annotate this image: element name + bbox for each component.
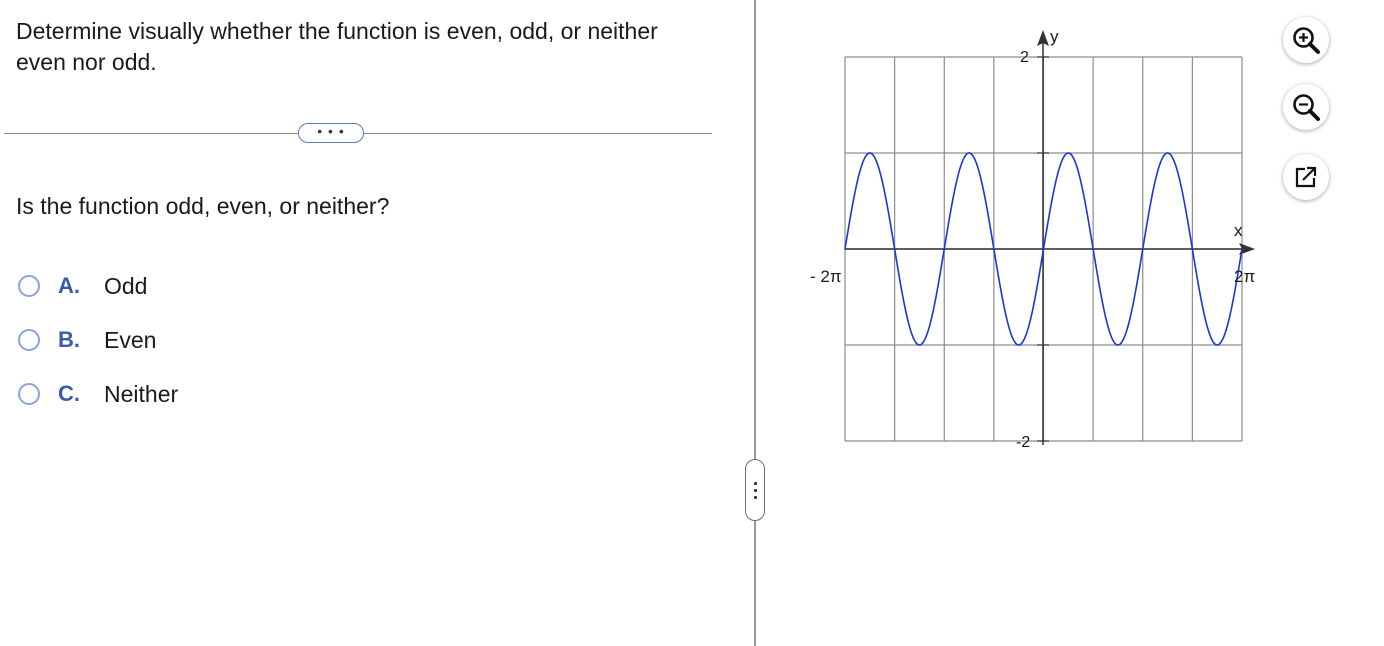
- radio-button[interactable]: [18, 383, 40, 405]
- zoom-out-button[interactable]: [1283, 84, 1329, 130]
- panel-splitter[interactable]: [754, 0, 756, 646]
- handle-dot: [753, 488, 757, 492]
- radio-button[interactable]: [18, 275, 40, 297]
- choice-label: Odd: [104, 272, 148, 299]
- more-button[interactable]: • • •: [298, 123, 364, 143]
- question-panel: Determine visually whether the function …: [0, 0, 714, 646]
- sub-question: Is the function odd, even, or neither?: [16, 193, 390, 219]
- zoom-in-icon: [1293, 27, 1320, 54]
- choice-label: Even: [104, 326, 157, 353]
- choice-c[interactable]: C. Neither: [18, 376, 318, 412]
- choice-b[interactable]: B. Even: [18, 322, 318, 358]
- y-axis-label: y: [1050, 27, 1059, 46]
- splitter-handle[interactable]: [745, 459, 765, 521]
- choice-a[interactable]: A. Odd: [18, 268, 318, 304]
- choice-letter: B.: [58, 327, 80, 352]
- handle-dot: [753, 495, 757, 499]
- y-tick-label-top: 2: [1020, 49, 1029, 66]
- axes: [845, 30, 1255, 445]
- external-link-icon: [1295, 166, 1317, 188]
- section-divider: • • •: [4, 123, 712, 143]
- handle-dot: [753, 481, 757, 485]
- zoom-in-button[interactable]: [1283, 17, 1329, 63]
- function-graph: y x 2 -2 - 2π 2π: [810, 27, 1255, 451]
- popout-button[interactable]: [1283, 154, 1329, 200]
- choice-label: Neither: [104, 380, 179, 407]
- y-tick-label-bottom: -2: [1016, 434, 1030, 451]
- zoom-out-icon: [1293, 94, 1320, 121]
- choice-letter: A.: [58, 273, 80, 298]
- x-tick-label-left: - 2π: [810, 267, 842, 286]
- radio-button[interactable]: [18, 329, 40, 351]
- x-axis-label: x: [1234, 221, 1243, 240]
- x-tick-label-right: 2π: [1234, 267, 1255, 286]
- question-text: Determine visually whether the function …: [16, 18, 658, 75]
- choice-letter: C.: [58, 381, 80, 406]
